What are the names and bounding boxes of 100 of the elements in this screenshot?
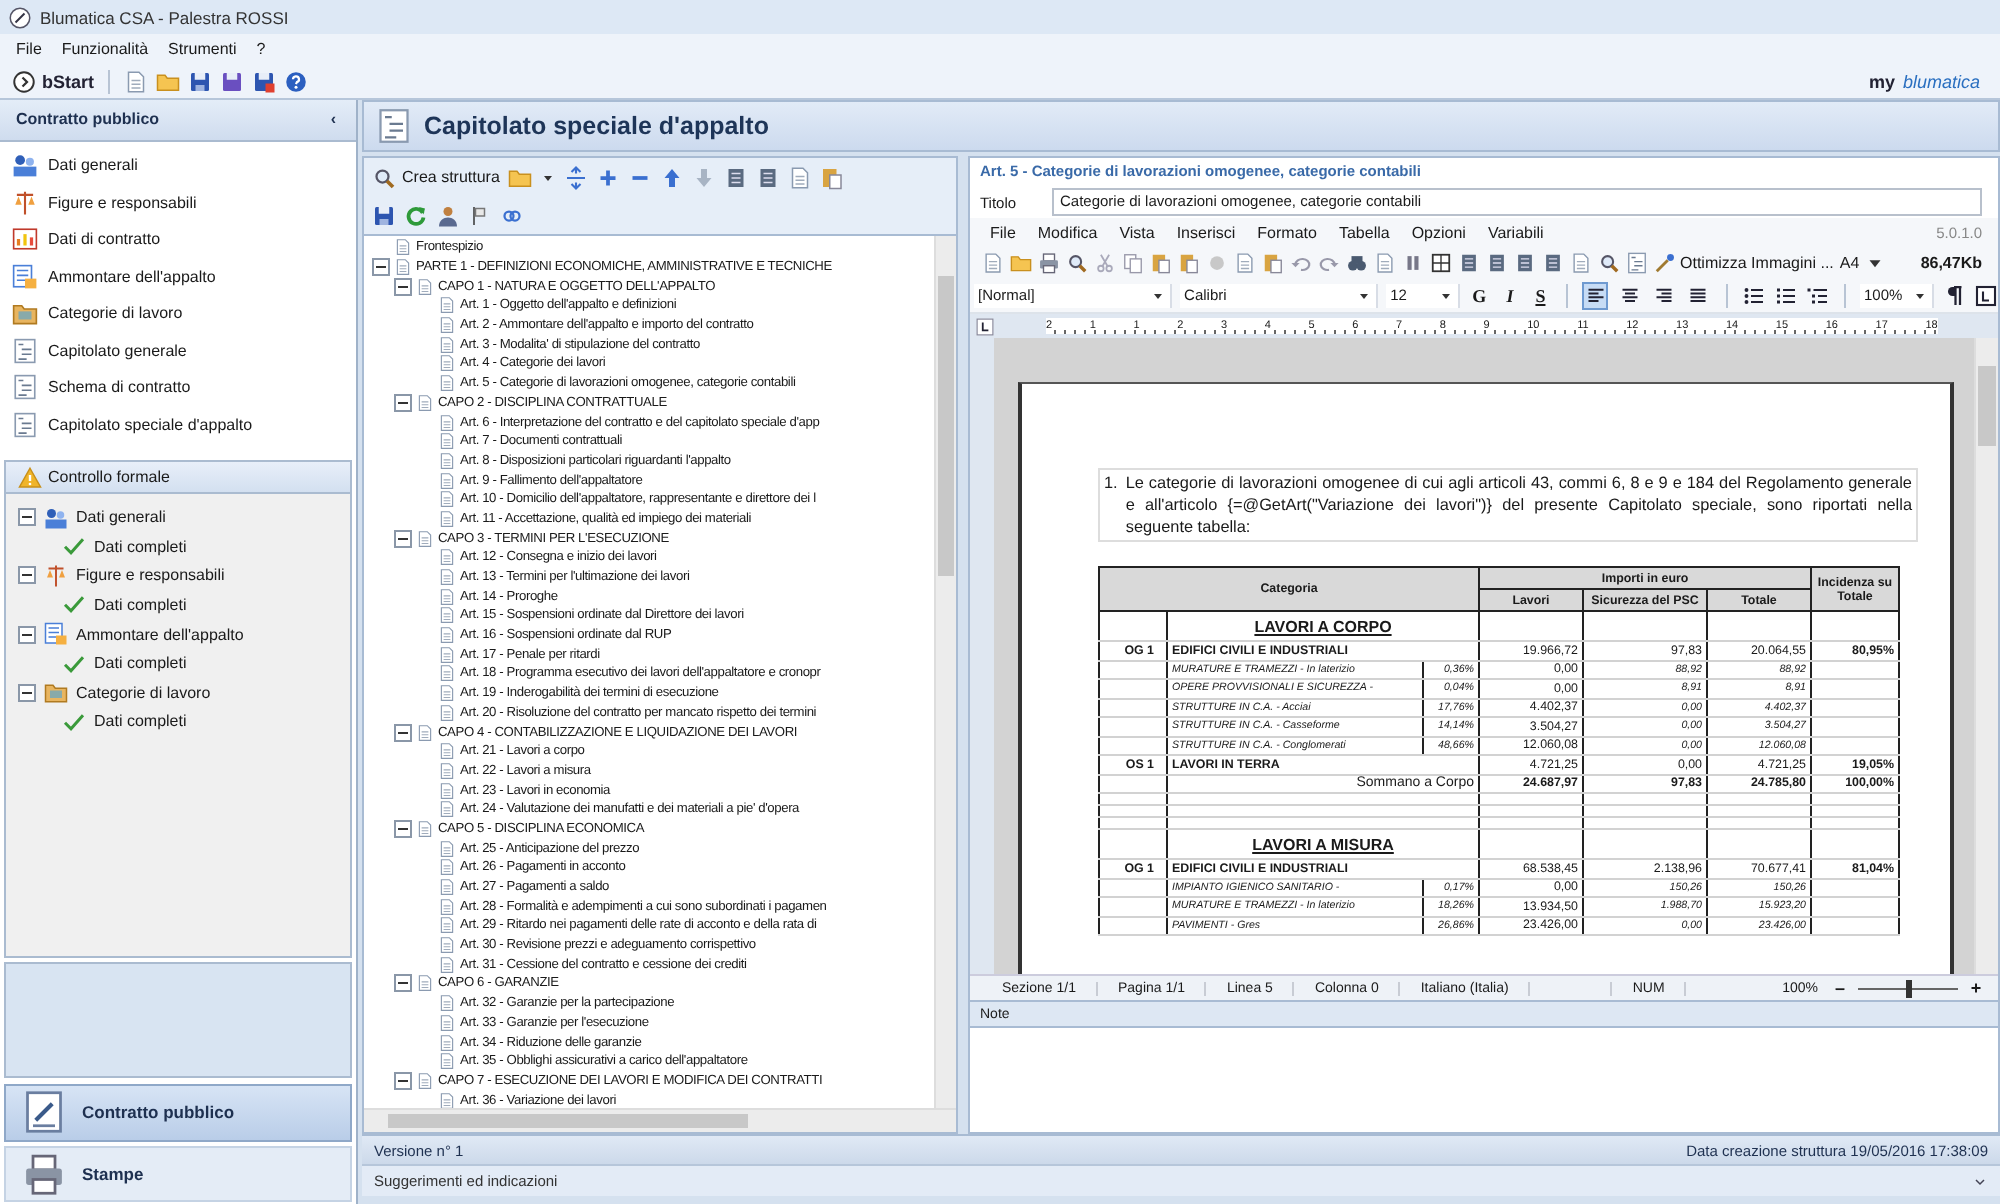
menu-item[interactable]: Inserisci <box>1176 223 1236 241</box>
menu-item[interactable]: Modifica <box>1037 223 1098 241</box>
clipboard-icon[interactable] <box>1150 251 1172 273</box>
search-icon[interactable] <box>1066 251 1088 273</box>
page-icon <box>416 529 434 548</box>
text-block-icon[interactable] <box>1542 251 1564 273</box>
arrow-up-icon[interactable] <box>659 165 684 189</box>
person-icon[interactable] <box>436 203 460 227</box>
collapse-toggle[interactable] <box>394 277 412 296</box>
collapse-toggle[interactable] <box>394 974 412 993</box>
nav-button[interactable]: Stampe <box>4 1145 352 1202</box>
menu-item[interactable]: File <box>16 40 42 58</box>
collapse-toggle[interactable] <box>18 683 36 702</box>
save-icon[interactable] <box>220 69 245 93</box>
columns-icon[interactable] <box>1402 251 1424 273</box>
collapse-toggle[interactable] <box>372 258 390 277</box>
align-left-button[interactable] <box>1581 281 1609 309</box>
collapse-toggle[interactable] <box>18 508 36 527</box>
collapse-toggle[interactable] <box>394 1071 412 1090</box>
menu-item[interactable]: Strumenti <box>168 40 237 58</box>
multilevel-list-icon[interactable] <box>1806 283 1830 307</box>
sidebar-item[interactable]: Dati di contratto <box>0 221 356 259</box>
tree-item[interactable]: Dati completi <box>94 537 187 556</box>
sidebar-item[interactable]: Dati generali <box>0 147 356 185</box>
collapse-toggle[interactable] <box>394 723 412 742</box>
sidebar-item[interactable]: Capitolato speciale d'appalto <box>0 406 356 444</box>
clipboard-icon[interactable] <box>1178 251 1200 273</box>
frame-icon[interactable] <box>1973 283 1998 307</box>
expand-vertical-icon[interactable] <box>563 165 588 189</box>
sidebar-item[interactable]: Figure e responsabili <box>0 184 356 222</box>
collapse-toggle[interactable] <box>18 625 36 644</box>
text-block-icon[interactable] <box>1486 251 1508 273</box>
menu-item[interactable]: Funzionalità <box>61 40 149 58</box>
tree-item[interactable]: Dati completi <box>94 595 187 614</box>
italic-button[interactable]: I <box>1498 283 1522 307</box>
optimize-images-button[interactable]: Ottimizza Immagini ... <box>1654 251 1834 273</box>
bold-button[interactable]: G <box>1468 283 1491 307</box>
scrollbar[interactable] <box>1974 338 1998 974</box>
menu-item[interactable]: ? <box>256 40 266 58</box>
help-icon[interactable] <box>284 69 309 93</box>
sidebar-item[interactable]: Ammontare dell'appalto <box>0 258 356 296</box>
page-icon <box>438 858 456 877</box>
create-structure-button[interactable]: Crea struttura <box>372 165 500 189</box>
tree-item[interactable]: Dati completi <box>94 712 187 731</box>
zoom-in-button[interactable]: + <box>1966 978 1986 998</box>
collapse-toggle[interactable] <box>394 529 412 548</box>
start-button[interactable]: bStart <box>12 69 95 93</box>
chevron-circle-icon <box>12 69 36 93</box>
menu-item[interactable]: Vista <box>1119 223 1155 241</box>
tree-item[interactable]: Dati completi <box>94 654 187 673</box>
refresh-icon[interactable] <box>404 203 428 227</box>
numbered-list-icon[interactable] <box>1774 283 1798 307</box>
document-icon[interactable] <box>1626 251 1648 273</box>
chevron-down-icon[interactable] <box>1972 1173 1988 1189</box>
save-icon[interactable] <box>188 69 213 93</box>
text-block-icon[interactable] <box>1458 251 1480 273</box>
grid-icon[interactable] <box>1430 251 1452 273</box>
menu-item[interactable]: Tabella <box>1338 223 1390 241</box>
binoculars-icon[interactable] <box>1346 251 1368 273</box>
copy-icon[interactable] <box>1122 251 1144 273</box>
sidebar-item[interactable]: Capitolato generale <box>0 332 356 370</box>
menu-item[interactable]: Formato <box>1257 223 1317 241</box>
menu-item[interactable]: Variabili <box>1487 223 1544 241</box>
collapse-toggle[interactable] <box>394 819 412 838</box>
page-size-dropdown[interactable]: A4 <box>1839 251 1886 273</box>
sidebar-item[interactable]: Schema di contratto <box>0 369 356 407</box>
nav-button[interactable]: Contratto pubblico <box>4 1084 352 1142</box>
tree-item[interactable]: Dati generali <box>76 508 166 527</box>
save-icon[interactable] <box>372 203 396 227</box>
printer-icon[interactable] <box>1038 251 1060 273</box>
tree-item[interactable]: Categorie di lavoro <box>76 683 211 702</box>
page-icon[interactable] <box>787 165 812 189</box>
clipboard-icon[interactable] <box>1262 251 1284 273</box>
tab-stop-icon[interactable] <box>976 317 994 335</box>
menu-item[interactable]: File <box>990 223 1016 241</box>
clipboard-icon[interactable] <box>819 165 844 189</box>
save-icon[interactable] <box>252 69 277 93</box>
tree-item[interactable]: Figure e responsabili <box>76 566 225 585</box>
underline-button[interactable]: S <box>1529 283 1552 307</box>
check-icon <box>62 592 86 617</box>
collapse-toggle[interactable] <box>394 393 412 412</box>
zoom-out-button[interactable]: – <box>1830 978 1850 998</box>
sidebar-item[interactable]: Categorie di lavoro <box>0 295 356 333</box>
check-icon <box>62 534 86 559</box>
search-icon[interactable] <box>1598 251 1620 273</box>
scrollbar[interactable] <box>364 1108 956 1132</box>
collapse-toggle[interactable] <box>18 566 36 585</box>
app-logo-icon <box>8 5 32 29</box>
text-block-icon[interactable] <box>723 165 748 189</box>
scrollbar[interactable] <box>934 236 956 1108</box>
collapse-button[interactable]: ‹ <box>330 110 336 129</box>
tree-item[interactable]: Ammontare dell'appalto <box>76 625 244 644</box>
folder-icon[interactable] <box>1010 251 1032 273</box>
text-block-icon[interactable] <box>755 165 780 189</box>
plus-icon[interactable] <box>595 165 620 189</box>
text-block-icon[interactable] <box>1514 251 1536 273</box>
bullet-list-icon[interactable] <box>1742 283 1766 307</box>
slider-thumb[interactable] <box>1906 979 1912 997</box>
page-icon[interactable] <box>124 69 149 93</box>
menu-item[interactable]: Opzioni <box>1411 223 1466 241</box>
